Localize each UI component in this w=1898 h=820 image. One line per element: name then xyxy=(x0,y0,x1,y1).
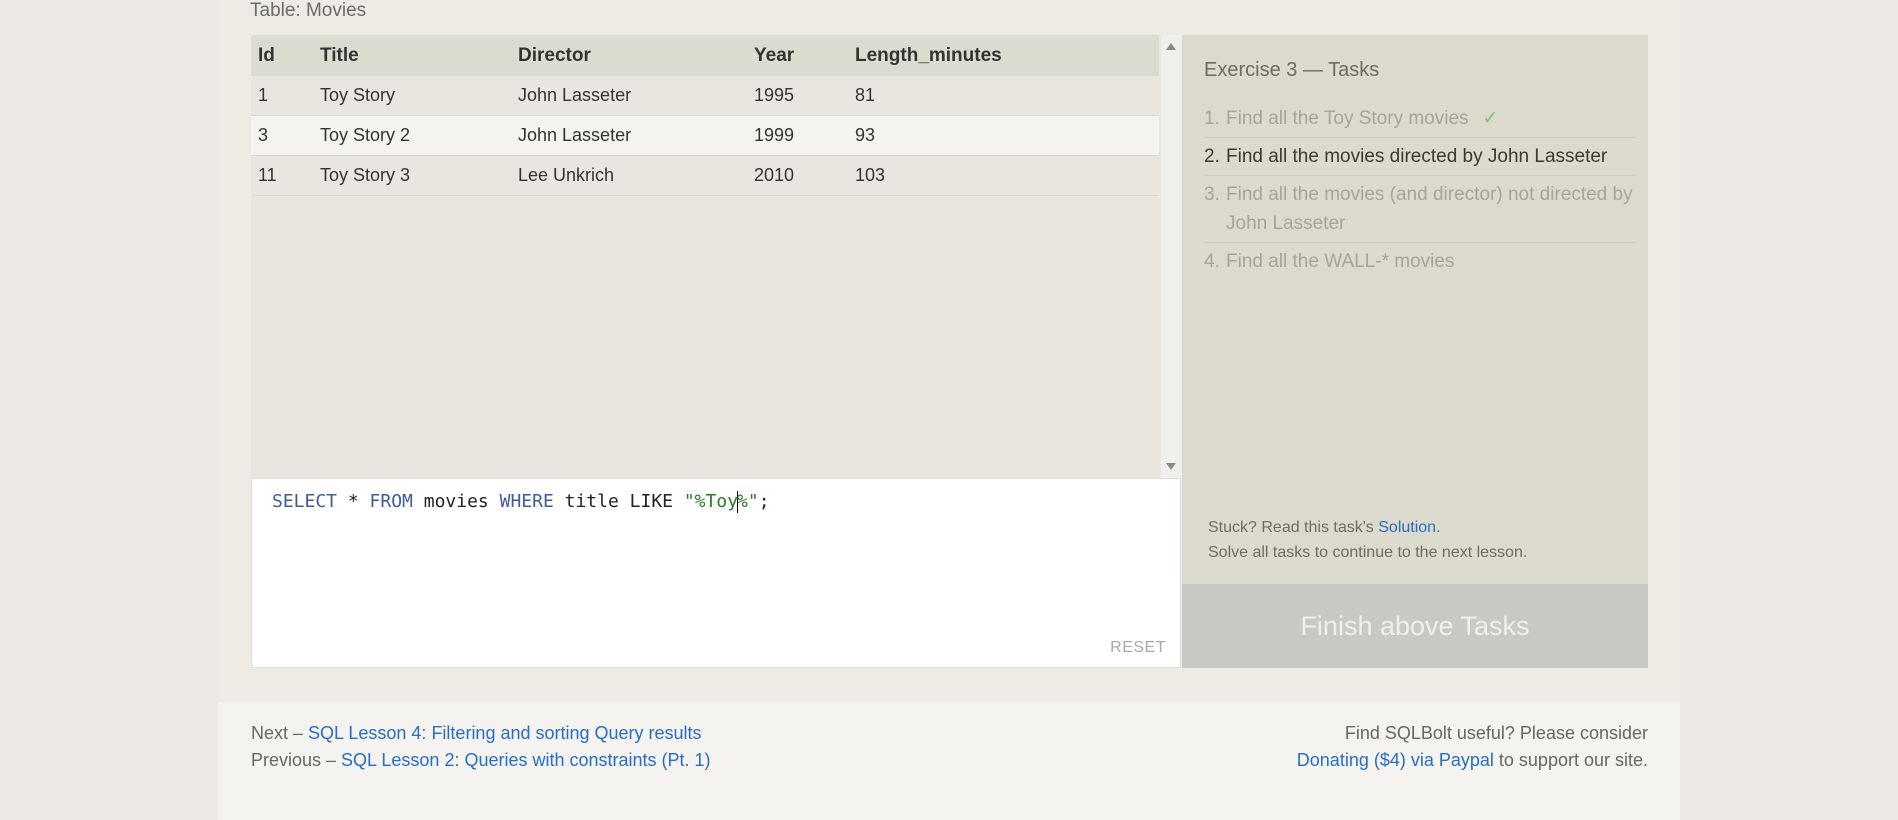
task-label: Find all the WALL-* movies xyxy=(1226,251,1455,272)
sql-token: ; xyxy=(758,491,770,512)
column-header-id: Id xyxy=(251,35,313,76)
task-item: 3. Find all the movies (and director) no… xyxy=(1204,176,1636,243)
task-item: 4. Find all the WALL-* movies xyxy=(1204,243,1636,280)
previous-prefix: Previous – xyxy=(251,750,342,770)
cell-year: 1999 xyxy=(747,115,848,156)
cell-year: 2010 xyxy=(747,155,848,196)
solution-link[interactable]: Solution xyxy=(1378,519,1436,536)
next-lesson-link[interactable]: SQL Lesson 4: Filtering and sorting Quer… xyxy=(308,723,702,743)
checkmark-icon: ✓ xyxy=(1482,108,1499,129)
table-row: 11 Toy Story 3 Lee Unkrich 2010 103 xyxy=(251,155,1159,196)
sql-editor[interactable]: SELECT * FROM movies WHERE title LIKE "%… xyxy=(251,478,1181,668)
table-header-row: Id Title Director Year Length_minutes xyxy=(251,35,1159,76)
sql-token: title LIKE xyxy=(553,491,684,512)
sql-query-text[interactable]: SELECT * FROM movies WHERE title LIKE "%… xyxy=(272,491,770,513)
results-scrollbar[interactable] xyxy=(1161,35,1181,478)
scroll-down-arrow-icon[interactable] xyxy=(1166,463,1176,470)
cell-length: 81 xyxy=(848,76,1159,116)
cell-length: 93 xyxy=(848,115,1159,156)
task-number: 3. xyxy=(1204,184,1220,205)
cell-id: 3 xyxy=(251,115,313,156)
cell-title: Toy Story 3 xyxy=(313,155,511,196)
sql-string: %" xyxy=(737,491,759,512)
finish-tasks-button[interactable]: Finish above Tasks xyxy=(1182,584,1648,668)
task-number: 2. xyxy=(1204,146,1220,167)
task-label: Find all the Toy Story movies xyxy=(1226,108,1469,129)
task-item-active: 2. Find all the movies directed by John … xyxy=(1204,138,1636,176)
previous-lesson-link[interactable]: SQL Lesson 2: Queries with constraints (… xyxy=(341,750,711,770)
task-label: Find all the movies (and director) not d… xyxy=(1226,184,1633,234)
task-number: 4. xyxy=(1204,251,1220,272)
next-prefix: Next – xyxy=(251,723,309,743)
cell-director: John Lasseter xyxy=(511,76,747,116)
column-header-length: Length_minutes xyxy=(848,35,1159,76)
tasks-heading: Exercise 3 — Tasks xyxy=(1204,59,1380,81)
exercise-area: Table: Movies Id Title Director Year Len… xyxy=(218,0,1680,702)
cell-id: 1 xyxy=(251,76,313,116)
page: Table: Movies Id Title Director Year Len… xyxy=(218,0,1680,820)
sql-string: "%Toy xyxy=(683,491,739,512)
sql-keyword-from: FROM xyxy=(369,491,413,512)
stuck-hint: Stuck? Read this task's Solution. Solve … xyxy=(1208,515,1527,565)
column-header-title: Title xyxy=(313,35,511,76)
table-row: 3 Toy Story 2 John Lasseter 1999 93 xyxy=(251,115,1159,156)
cell-length: 103 xyxy=(848,155,1159,196)
task-text: Find all the Toy Story movies ✓ xyxy=(1226,104,1498,133)
stuck-suffix: . xyxy=(1436,519,1441,536)
task-list: 1. Find all the Toy Story movies ✓ 2. Fin… xyxy=(1204,100,1636,280)
cell-year: 1995 xyxy=(747,76,848,116)
sql-token: movies xyxy=(412,491,500,512)
cell-director: John Lasseter xyxy=(511,115,747,156)
task-number: 1. xyxy=(1204,108,1220,129)
results-table: Id Title Director Year Length_minutes 1 … xyxy=(251,35,1161,478)
table-row: 1 Toy Story John Lasseter 1995 81 xyxy=(251,76,1159,116)
solve-all-note: Solve all tasks to continue to the next … xyxy=(1208,544,1528,561)
cell-title: Toy Story xyxy=(313,76,511,116)
lesson-navigation: Next – SQL Lesson 4: Filtering and sorti… xyxy=(251,720,711,774)
cell-title: Toy Story 2 xyxy=(313,115,511,156)
reset-button[interactable]: RESET xyxy=(1110,639,1166,657)
column-header-year: Year xyxy=(747,35,848,76)
useful-text: Find SQLBolt useful? Please consider xyxy=(1344,723,1648,743)
scroll-up-arrow-icon[interactable] xyxy=(1166,43,1176,50)
task-label: Find all the movies directed by John Las… xyxy=(1226,146,1608,167)
sql-token: * xyxy=(337,491,370,512)
donate-suffix: to support our site. xyxy=(1493,750,1648,770)
donation-note: Find SQLBolt useful? Please consider Don… xyxy=(1297,720,1648,774)
stuck-prefix: Stuck? Read this task's xyxy=(1208,519,1379,536)
donate-link[interactable]: Donating ($4) via Paypal xyxy=(1297,750,1494,770)
cell-director: Lee Unkrich xyxy=(511,155,747,196)
tasks-panel: Exercise 3 — Tasks 1. Find all the Toy S… xyxy=(1182,35,1648,668)
cell-id: 11 xyxy=(251,155,313,196)
column-header-director: Director xyxy=(511,35,747,76)
table-title: Table: Movies xyxy=(250,0,367,21)
sql-keyword-where: WHERE xyxy=(499,491,554,512)
sql-keyword-select: SELECT xyxy=(272,491,338,512)
task-item: 1. Find all the Toy Story movies ✓ xyxy=(1204,100,1636,138)
